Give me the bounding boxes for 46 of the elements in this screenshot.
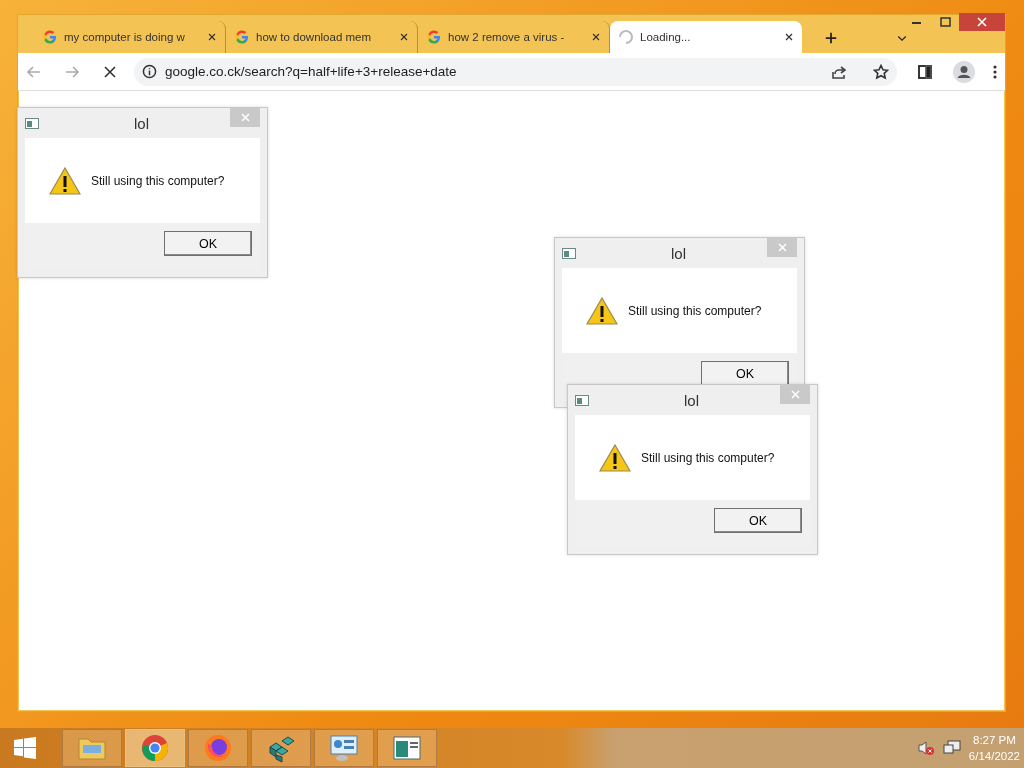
google-icon: [427, 30, 441, 44]
google-icon: [43, 30, 57, 44]
window-icon: [25, 117, 39, 129]
dialog-title: lol: [683, 391, 700, 409]
warning-icon: [49, 166, 81, 195]
share-icon[interactable]: [831, 63, 847, 80]
browser-tab[interactable]: Loading...: [610, 21, 802, 53]
profile-icon[interactable]: [953, 60, 975, 83]
folder-icon: [77, 735, 107, 761]
taskbar-app[interactable]: [62, 729, 122, 767]
taskbar-app[interactable]: [125, 729, 185, 767]
warning-icon: [599, 443, 631, 472]
firefox-icon: [204, 734, 232, 762]
clock-time: 8:27 PM: [973, 733, 1016, 748]
address-bar[interactable]: google.co.ck/search?q=half+life+3+release+date: [134, 57, 897, 86]
info-icon: [142, 64, 157, 79]
window-icon: [575, 394, 589, 406]
chrome-icon: [141, 734, 169, 762]
control-panel-icon: [329, 734, 359, 762]
ok-button[interactable]: OK: [164, 231, 252, 256]
dialog-message: Still using this computer?: [91, 173, 225, 188]
dialog-message: Still using this computer?: [641, 450, 775, 465]
dialog-title: lol: [670, 244, 687, 262]
dialog-title: lol: [133, 114, 150, 132]
taskbar-app[interactable]: [188, 729, 248, 767]
document-window-icon: [392, 735, 422, 761]
stop-icon[interactable]: [102, 63, 118, 80]
ok-button[interactable]: OK: [701, 361, 789, 386]
back-icon[interactable]: [26, 63, 42, 80]
ok-button[interactable]: OK: [714, 508, 802, 533]
muted-speaker-icon[interactable]: [916, 740, 935, 756]
taskbar-app[interactable]: [314, 729, 374, 767]
taskbar-app[interactable]: [251, 729, 311, 767]
window-icon: [562, 247, 576, 259]
network-icon[interactable]: [942, 740, 961, 756]
forward-icon[interactable]: [64, 63, 80, 80]
spinner-icon: [619, 30, 633, 44]
side-panel-icon[interactable]: [917, 63, 933, 80]
star-icon[interactable]: [873, 63, 889, 80]
google-icon: [235, 30, 249, 44]
taskbar-app[interactable]: [377, 729, 437, 767]
dialog-message: Still using this computer?: [628, 303, 762, 318]
windows-logo-icon: [13, 736, 37, 760]
clock-date: 6/14/2022: [968, 749, 1020, 764]
menu-icon[interactable]: [993, 64, 997, 79]
warning-icon: [586, 296, 618, 325]
